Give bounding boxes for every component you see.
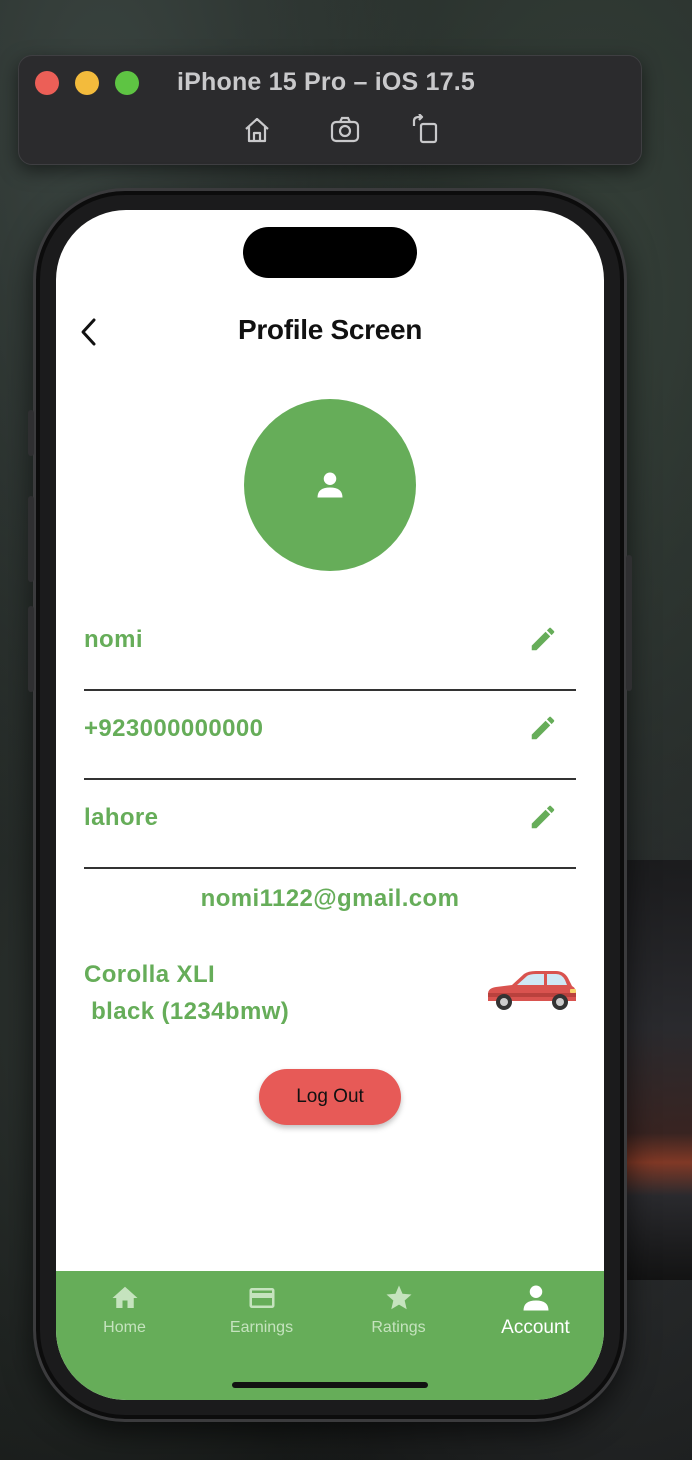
home-icon[interactable]	[239, 112, 275, 148]
star-icon	[386, 1285, 411, 1310]
nav-label-home: Home	[103, 1319, 146, 1336]
edit-name-pencil-icon[interactable]	[528, 624, 558, 654]
nav-item-earnings[interactable]: Earnings	[193, 1283, 330, 1347]
nav-item-home[interactable]: Home	[56, 1283, 193, 1347]
edit-city-pencil-icon[interactable]	[528, 802, 558, 832]
volume-up-button	[28, 496, 34, 582]
vehicle-details: black (1234bmw)	[84, 998, 290, 1025]
nav-label-earnings: Earnings	[229, 1319, 294, 1336]
home-icon	[112, 1286, 137, 1308]
vehicle-info: Corolla XLI black (1234bmw)	[84, 956, 289, 1030]
city-field: lahore	[84, 780, 576, 869]
close-window-button[interactable]	[35, 71, 59, 95]
home-indicator[interactable]	[232, 1382, 428, 1388]
screenshot-icon[interactable]	[327, 112, 363, 148]
nav-label-ratings: Ratings	[371, 1319, 426, 1336]
nav-label-account: Account	[501, 1317, 570, 1338]
phone-value: +923000000000	[84, 715, 264, 742]
simulator-toolbar: iPhone 15 Pro – iOS 17.5	[18, 55, 642, 165]
nav-item-account[interactable]: Account	[467, 1283, 604, 1347]
email-text: nomi1122@gmail.com	[200, 885, 460, 912]
rotate-icon[interactable]	[407, 112, 443, 148]
bottom-navigation: Home Earnings Ratings Account	[56, 1271, 604, 1400]
power-button	[626, 555, 632, 691]
avatar[interactable]	[244, 399, 416, 571]
volume-down-button	[28, 606, 34, 692]
zoom-window-button[interactable]	[115, 71, 139, 95]
action-button	[28, 410, 34, 456]
city-value: lahore	[84, 804, 159, 831]
name-field: nomi	[84, 602, 576, 691]
person-icon	[317, 472, 343, 498]
phone-screen: Profile Screen nomi +923000000000 lahore…	[56, 210, 604, 1400]
nav-item-ratings[interactable]: Ratings	[330, 1283, 467, 1347]
logout-button[interactable]: Log Out	[259, 1069, 401, 1125]
card-icon	[249, 1288, 274, 1308]
minimize-window-button[interactable]	[75, 71, 99, 95]
edit-phone-pencil-icon[interactable]	[528, 713, 558, 743]
simulator-title: iPhone 15 Pro – iOS 17.5	[177, 68, 475, 96]
car-icon	[488, 971, 576, 1010]
phone-field: +923000000000	[84, 691, 576, 780]
page-title: Profile Screen	[237, 314, 423, 345]
vehicle-model: Corolla XLI	[84, 961, 216, 988]
person-icon	[523, 1285, 548, 1311]
name-value: nomi	[84, 626, 143, 653]
dynamic-island	[243, 227, 417, 278]
